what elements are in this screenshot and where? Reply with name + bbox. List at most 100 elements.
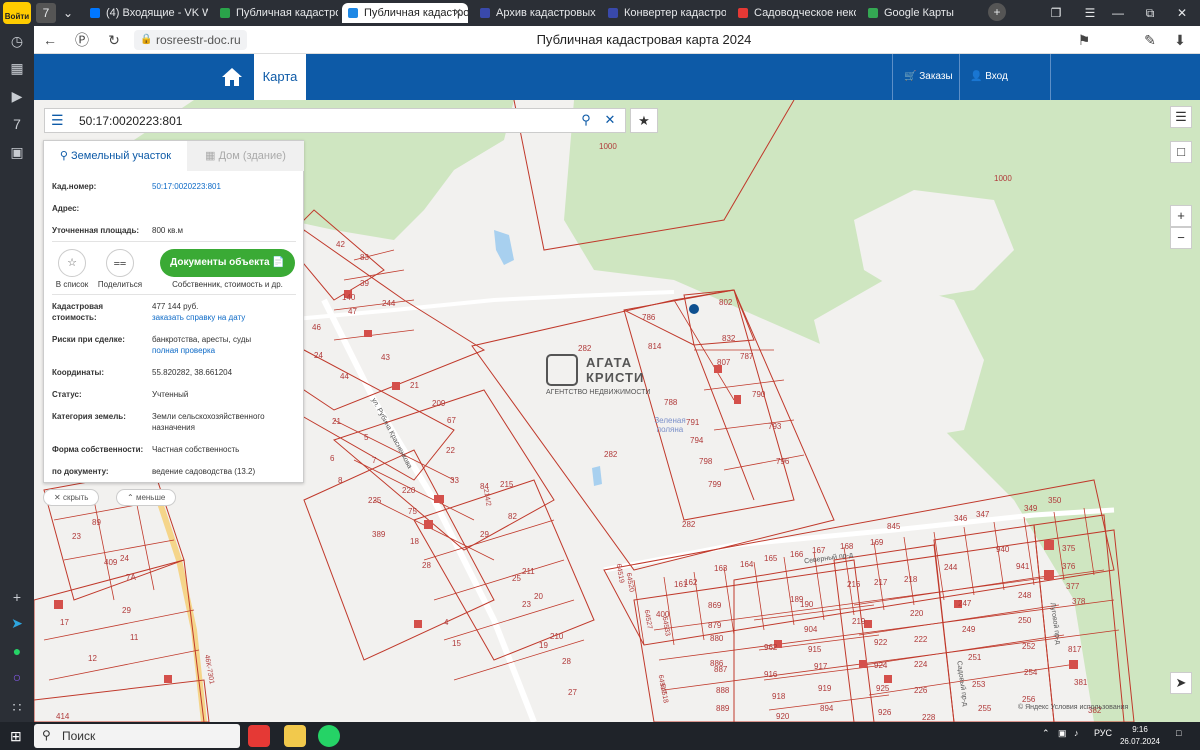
volume-icon[interactable]: ♪ (1074, 728, 1079, 738)
parcel-number-label: 254 (1024, 668, 1038, 677)
fullscreen-icon[interactable]: □ (1170, 141, 1192, 163)
cadastral-number-input[interactable] (79, 111, 569, 130)
back-arrow-icon[interactable]: ← (40, 30, 60, 50)
divider (52, 241, 296, 242)
parcel-number-label: 218 (904, 575, 918, 584)
parcel-number-label: 82 (508, 512, 517, 521)
yandex-icon[interactable]: Ⓟ (72, 30, 92, 50)
parcel-number-label: 217 (874, 578, 888, 587)
parcel-number-label: 162 (684, 578, 698, 587)
restore-icon[interactable]: ⧉ (1140, 3, 1160, 23)
parcel-number-label: 7 (372, 456, 377, 465)
clear-search-icon[interactable]: ✕ (601, 112, 619, 128)
network-icon[interactable]: ▣ (1058, 728, 1067, 739)
header-divider (1050, 54, 1051, 100)
address-bar: ← Ⓟ ↻ 🔒 rosreestr-doc.ru Публичная кадаст… (34, 26, 1200, 54)
tab-building[interactable]: ▦ Дом (здание) (187, 141, 304, 171)
selected-parcel-marker[interactable] (689, 304, 699, 314)
share-icon[interactable]: ⩵ (106, 249, 134, 277)
tab-garden-assoc[interactable]: Садоводческое неком (732, 3, 856, 23)
menu-icon[interactable]: ☰ (1080, 3, 1100, 23)
tab-land-plot[interactable]: ⚲ Земельный участок (44, 141, 187, 171)
full-check-link[interactable]: полная проверка (152, 346, 215, 355)
windows-start-icon[interactable]: ⊞ (10, 728, 22, 745)
parcel-number-label: 916 (764, 670, 778, 679)
tab-manager-icon[interactable]: ❐ (1046, 3, 1066, 23)
parcel-number-label: 215 (500, 480, 514, 489)
tab-group-7-icon[interactable]: 7 (36, 3, 56, 23)
collections-icon[interactable]: ▦ (6, 57, 28, 79)
tab-cadastre-active[interactable]: Публичная кадастрова✕ (342, 3, 468, 23)
notifications-icon[interactable]: □ (1176, 728, 1181, 738)
less-button[interactable]: ⌃ меньше (116, 489, 177, 506)
orders-link[interactable]: 🛒 Заказы (904, 54, 953, 100)
parcel-number-label: 7А (126, 573, 136, 582)
parcel-number-label: 43 (381, 353, 390, 362)
parcel-number-label: 414 (56, 712, 70, 721)
minimize-icon[interactable]: — (1108, 3, 1128, 23)
input-language[interactable]: РУС (1094, 728, 1112, 738)
play-icon[interactable]: ▶ (6, 85, 28, 107)
tab-cadastre-1[interactable]: Публичная кадастров (214, 3, 338, 23)
parcel-number-label: 817 (1068, 645, 1082, 654)
close-window-icon[interactable]: ✕ (1172, 3, 1192, 23)
parcel-number-label: 28 (422, 561, 431, 570)
parcel-number-label: 21 (410, 381, 419, 390)
parcel-number-label: 381 (1074, 678, 1088, 687)
parcel-number-label: 256 (1022, 695, 1036, 704)
layers-icon[interactable]: ☰ (1170, 106, 1192, 128)
tab-archive[interactable]: Архив кадастровых пл (474, 3, 596, 23)
hide-panel-button[interactable]: ✕ скрыть (43, 489, 100, 506)
url-field[interactable]: 🔒 rosreestr-doc.ru (134, 30, 247, 50)
home-icon[interactable] (220, 65, 244, 89)
login-link[interactable]: 👤 Вход (970, 54, 1008, 100)
tab-list-chevron-icon[interactable]: ⌄ (58, 3, 78, 23)
parcel-number-label: 39 (360, 279, 369, 288)
parcel-number-label: 249 (962, 625, 976, 634)
parcel-number-label: 389 (372, 530, 386, 539)
parcel-number-label: 244 (382, 299, 396, 308)
add-to-list-star-icon[interactable]: ☆ (58, 249, 86, 277)
parcel-number-label: 894 (820, 704, 834, 713)
telegram-icon[interactable]: ➤ (6, 612, 28, 634)
system-clock[interactable]: 9:16 26.07.2024 (1118, 724, 1162, 748)
tab-map[interactable]: Карта (254, 54, 306, 100)
yandex-login-badge[interactable]: Войти (3, 2, 31, 24)
downloads-icon[interactable]: ⬇ (1170, 30, 1190, 50)
parcel-number-label: 889 (716, 704, 730, 713)
bookmark-icon[interactable]: ⚑ (1074, 30, 1094, 50)
tab-converter[interactable]: Конвертер кадастров (602, 3, 726, 23)
object-documents-button[interactable]: Документы объекта 📄 (160, 249, 295, 277)
parcel-number-label: 787 (740, 352, 754, 361)
alice-icon[interactable]: ○ (6, 666, 28, 688)
search-icon[interactable]: ⚲ (577, 112, 595, 128)
new-tab-icon[interactable]: + (988, 3, 1006, 21)
parcel-number-label: 941 (1016, 562, 1030, 571)
file-explorer-icon[interactable] (284, 725, 306, 747)
yandex-browser-icon[interactable] (248, 725, 270, 747)
zoom-out-icon[interactable]: − (1170, 227, 1192, 249)
tray-chevron-icon[interactable]: ⌃ (1042, 728, 1050, 739)
hamburger-menu-icon[interactable]: ☰ (51, 112, 64, 129)
add-app-icon[interactable]: + (6, 586, 28, 608)
whatsapp-icon[interactable] (318, 725, 340, 747)
favorites-star-icon[interactable]: ★ (630, 108, 658, 133)
apps-grid-icon[interactable]: ∷ (6, 696, 28, 718)
map-pin-favicon-icon (738, 8, 748, 18)
parcel-number-label: 793 (768, 422, 782, 431)
app-7-icon[interactable]: 7 (6, 113, 28, 135)
cart-icon: 🛒 (904, 71, 917, 82)
zoom-in-icon[interactable]: + (1170, 205, 1192, 227)
taskbar-search[interactable]: ⚲ Поиск (34, 724, 240, 748)
close-tab-icon[interactable]: ✕ (453, 3, 462, 23)
screenshot-icon[interactable]: ▣ (6, 141, 28, 163)
locate-me-icon[interactable]: ➤ (1170, 672, 1192, 694)
whatsapp-icon[interactable]: ● (6, 640, 28, 662)
history-icon[interactable]: ◷ (6, 30, 28, 52)
tab-vk-inbox[interactable]: (4) Входящие - VK Wo (84, 3, 208, 23)
tab-google-maps[interactable]: Google Карты (862, 3, 986, 23)
order-cost-certificate-link[interactable]: заказать справку на дату (152, 313, 245, 322)
kad-number-link[interactable]: 50:17:0020223:801 (152, 181, 302, 192)
reload-icon[interactable]: ↻ (104, 30, 124, 50)
reader-icon[interactable]: ✎ (1140, 30, 1160, 50)
